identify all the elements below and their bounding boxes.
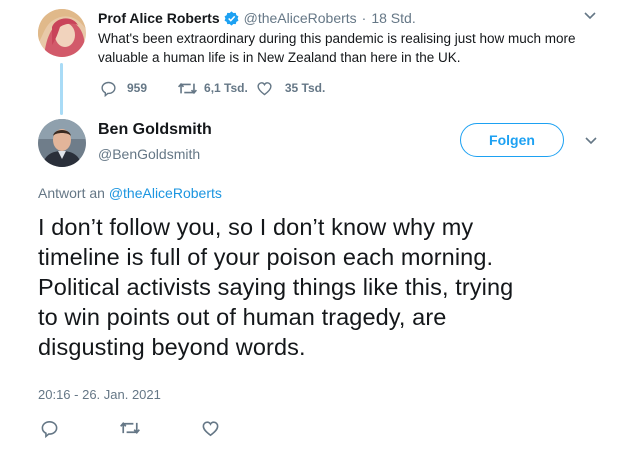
parent-author-handle[interactable]: @theAliceRoberts xyxy=(244,10,357,26)
verified-badge-icon xyxy=(223,10,240,27)
reply-icon[interactable] xyxy=(40,419,59,438)
main-tweet-timestamp[interactable]: 20:16 - 26. Jan. 2021 xyxy=(38,387,161,402)
reply-to-handle[interactable]: @theAliceRoberts xyxy=(109,185,222,201)
parent-tweet-header: Prof Alice Roberts @theAliceRoberts · 18… xyxy=(98,9,416,27)
reply-icon[interactable] xyxy=(100,80,117,97)
retweet-icon[interactable] xyxy=(177,80,198,97)
main-tweet-chevron-down-icon[interactable] xyxy=(584,136,598,146)
retweet-count: 6,1 Tsd. xyxy=(204,81,248,95)
parent-tweet-actions: 959 6,1 Tsd. 35 Tsd. xyxy=(100,79,325,97)
parent-author-name[interactable]: Prof Alice Roberts xyxy=(98,10,220,26)
parent-tweet-time[interactable]: 18 Std. xyxy=(371,10,415,26)
reply-to-prefix: Antwort an xyxy=(38,185,105,201)
like-count: 35 Tsd. xyxy=(284,81,326,95)
retweet-icon[interactable] xyxy=(119,419,141,437)
reply-count: 959 xyxy=(127,81,148,95)
main-author-avatar[interactable] xyxy=(38,119,86,167)
main-tweet-text: I don’t follow you, so I don’t know why … xyxy=(38,214,514,360)
header-separator: · xyxy=(361,10,367,26)
main-author-handle[interactable]: @BenGoldsmith xyxy=(98,146,200,162)
reply-to-line: Antwort an @theAliceRoberts xyxy=(38,185,222,201)
thread-connector-line xyxy=(60,63,63,115)
like-icon[interactable] xyxy=(201,419,220,438)
parent-tweet-chevron-down-icon[interactable] xyxy=(583,11,597,21)
follow-button[interactable]: Folgen xyxy=(460,123,564,157)
parent-author-avatar[interactable] xyxy=(38,9,86,57)
main-author-name[interactable]: Ben Goldsmith xyxy=(98,121,212,139)
main-tweet-actions xyxy=(40,418,220,438)
parent-tweet-text: What's been extraordinary during this pa… xyxy=(98,31,576,65)
like-icon[interactable] xyxy=(256,80,273,97)
